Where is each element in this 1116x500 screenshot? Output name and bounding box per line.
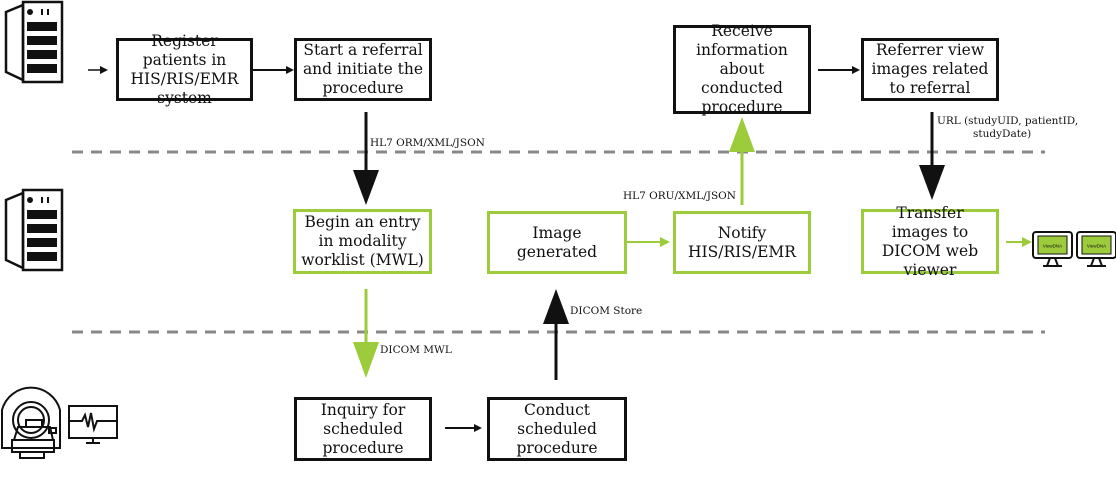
transfer-box: Transfer images to DICOM web viewer: [861, 204, 999, 279]
svg-text:ViewDNA: ViewDNA: [1043, 244, 1062, 249]
referral-box: Start a referral and initiate the proced…: [294, 38, 432, 101]
arrowhead-referrer-transfer: [919, 165, 945, 200]
dicom-mwl-label: DICOM MWL: [380, 344, 452, 356]
url-label-line1: URL (studyUID, patientID,: [937, 115, 1079, 127]
receive-box: Receive information about conducted proc…: [673, 22, 811, 116]
inquiry-box: Inquiry for scheduled procedure: [294, 397, 432, 461]
mwl-entry-box: Begin an entry in modality worklist (MWL…: [293, 209, 432, 274]
register-box: Register patients in HIS/RIS/EMR system: [116, 32, 253, 107]
waveform-monitor-icon: [68, 405, 118, 444]
viewer-monitor-icon: ViewDNA: [1032, 231, 1073, 267]
viewer-monitor-icon: ViewDNA: [1076, 231, 1116, 267]
server-icon: [4, 0, 64, 84]
server-icon: [4, 188, 64, 272]
notify-box: Notify HIS/RIS/EMR: [673, 211, 811, 274]
workflow-diagram: ViewDNA ViewDNA Register patients in HIS…: [0, 0, 1116, 500]
hl7-oru-label: HL7 ORU/XML/JSON: [623, 190, 736, 202]
hl7-orm-label: HL7 ORM/XML/JSON: [370, 137, 485, 149]
referrer-view-box: Referrer view images related to referral: [861, 38, 999, 101]
arrowhead-notify-receive: [729, 117, 755, 152]
svg-text:ViewDNA: ViewDNA: [1087, 244, 1106, 249]
image-generated-box: Image generated: [487, 211, 627, 274]
dicom-store-label: DICOM Store: [570, 305, 643, 317]
arrowhead-conduct-image: [543, 289, 569, 324]
arrowhead-mwl-inquiry: [353, 342, 379, 378]
url-label-line2: studyDate): [973, 128, 1032, 140]
conduct-box: Conduct scheduled procedure: [487, 397, 627, 461]
arrowhead-referral-mwl: [353, 170, 379, 205]
ct-scanner-icon: [0, 386, 61, 459]
